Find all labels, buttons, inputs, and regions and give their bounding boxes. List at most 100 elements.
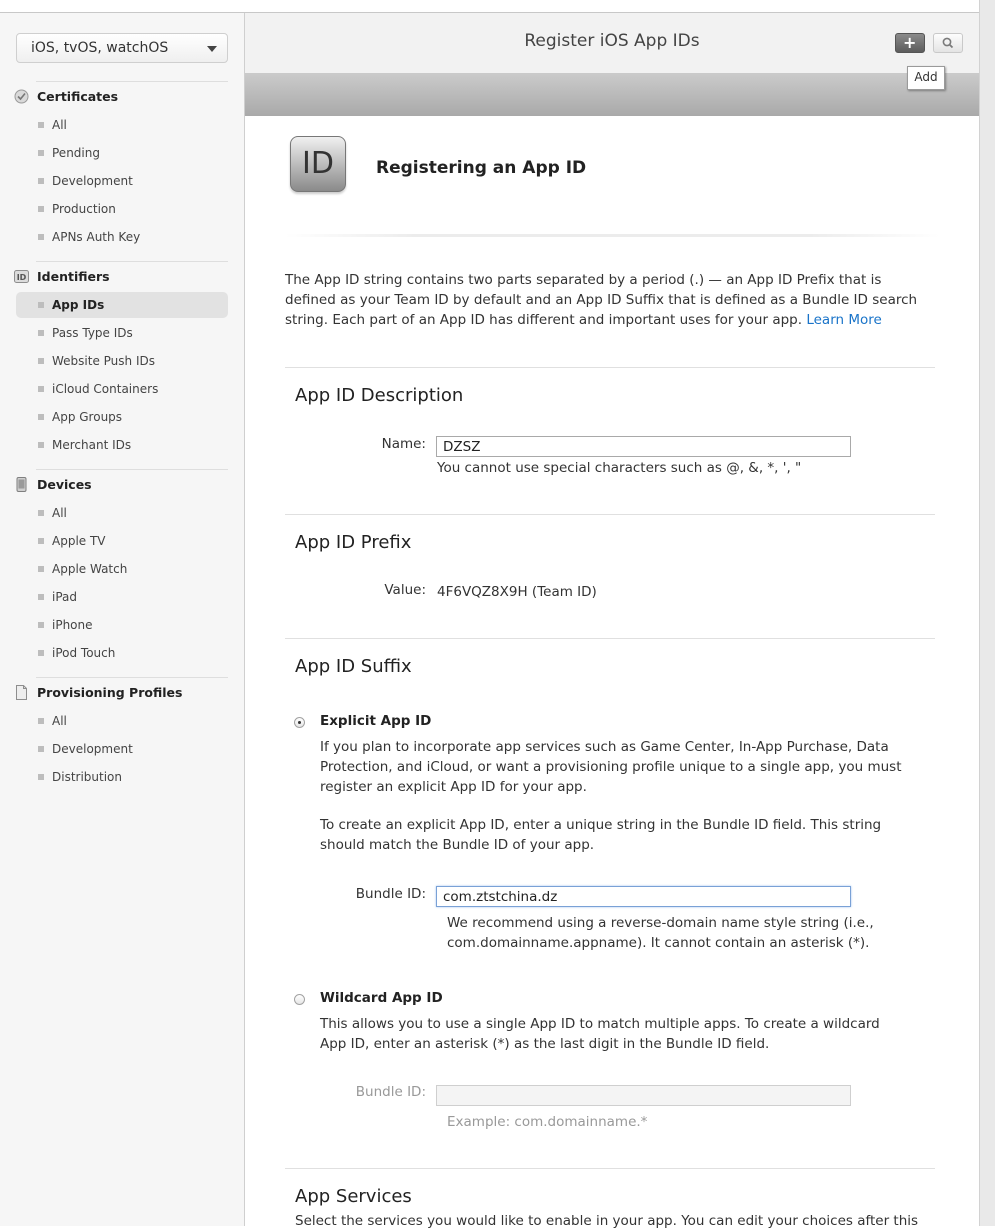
bullet: [38, 718, 44, 724]
sidebar-item-merchant-ids[interactable]: Merchant IDs: [16, 432, 228, 458]
bullet: [38, 746, 44, 752]
sidebar-item-label: App Groups: [52, 410, 123, 424]
wildcard-app-id-title: Wildcard App ID: [320, 990, 443, 1006]
bullet: [38, 302, 44, 308]
sidebar-item-profiles-development[interactable]: Development: [16, 736, 228, 762]
sidebar-item-label: Development: [52, 742, 133, 756]
add-button[interactable]: +: [895, 33, 925, 53]
svg-text:ID: ID: [17, 273, 27, 282]
sidebar-item-profiles-distribution[interactable]: Distribution: [16, 764, 228, 790]
sidebar-item-label: App IDs: [52, 298, 105, 312]
section-title: Identifiers: [37, 269, 110, 284]
divider: [285, 1168, 935, 1169]
section-title: Provisioning Profiles: [37, 685, 183, 700]
divider: [285, 638, 935, 639]
window-top-bar: [0, 0, 980, 13]
name-input[interactable]: [436, 436, 851, 457]
bullet: [38, 442, 44, 448]
platform-select[interactable]: iOS, tvOS, watchOS: [16, 33, 228, 63]
explicit-app-id-title: Explicit App ID: [320, 713, 432, 729]
sidebar-item-app-groups[interactable]: App Groups: [16, 404, 228, 430]
sidebar-item-iphone[interactable]: iPhone: [16, 612, 228, 638]
bullet: [38, 594, 44, 600]
wildcard-app-id-radio[interactable]: [294, 994, 305, 1005]
sidebar: iOS, tvOS, watchOS Certificates All Pend…: [0, 13, 245, 1226]
scrollbar[interactable]: [979, 0, 995, 1226]
certificate-icon: [14, 89, 29, 104]
divider: [36, 261, 228, 262]
prefix-value: 4F6VQZ8X9H (Team ID): [437, 584, 597, 600]
sidebar-item-label: Distribution: [52, 770, 123, 784]
sidebar-item-devices-all[interactable]: All: [16, 500, 228, 526]
section-heading-prefix: App ID Prefix: [295, 532, 412, 553]
bullet: [38, 150, 44, 156]
section-title: Certificates: [37, 89, 119, 104]
sidebar-item-ipod-touch[interactable]: iPod Touch: [16, 640, 228, 666]
divider: [285, 514, 935, 515]
bullet: [38, 774, 44, 780]
sidebar-item-label: iCloud Containers: [52, 382, 159, 396]
device-icon: [16, 477, 27, 492]
divider: [36, 677, 228, 678]
bullet: [38, 206, 44, 212]
section-heading-suffix: App ID Suffix: [295, 656, 412, 677]
explicit-app-id-instructions: To create an explicit App ID, enter a un…: [320, 817, 882, 853]
sidebar-item-apple-watch[interactable]: Apple Watch: [16, 556, 228, 582]
sidebar-item-icloud-containers[interactable]: iCloud Containers: [16, 376, 228, 402]
bullet: [38, 386, 44, 392]
sidebar-item-label: All: [52, 506, 67, 520]
sidebar-item-development[interactable]: Development: [16, 168, 228, 194]
sidebar-item-pass-type-ids[interactable]: Pass Type IDs: [16, 320, 228, 346]
name-label: Name:: [381, 436, 426, 452]
sidebar-item-label: Pending: [52, 146, 100, 160]
sidebar-item-app-ids[interactable]: App IDs: [16, 292, 228, 318]
section-heading-description: App ID Description: [295, 385, 464, 406]
divider: [36, 81, 228, 82]
app-id-icon: ID: [290, 136, 346, 192]
search-button[interactable]: [933, 33, 963, 53]
bullet: [38, 622, 44, 628]
document-icon: [16, 685, 27, 700]
sidebar-item-label: All: [52, 714, 67, 728]
wildcard-bundle-id-input[interactable]: [436, 1085, 851, 1106]
sidebar-item-production[interactable]: Production: [16, 196, 228, 222]
learn-more-link[interactable]: Learn More: [806, 312, 882, 328]
divider: [285, 367, 935, 368]
bullet: [38, 414, 44, 420]
sidebar-item-apns-auth-key[interactable]: APNs Auth Key: [16, 224, 228, 250]
bundle-id-label: Bundle ID:: [355, 886, 426, 902]
bundle-id-hint: We recommend using a reverse-domain name…: [447, 915, 874, 951]
divider: [285, 234, 940, 237]
explicit-app-id-description: If you plan to incorporate app services …: [320, 739, 902, 795]
wildcard-app-id-description: This allows you to use a single App ID t…: [320, 1016, 880, 1052]
services-description: Select the services you would like to en…: [295, 1213, 919, 1229]
sidebar-item-label: Pass Type IDs: [52, 326, 133, 340]
sidebar-item-label: iPhone: [52, 618, 93, 632]
bullet: [38, 178, 44, 184]
explicit-app-id-radio[interactable]: [294, 717, 305, 728]
sidebar-item-label: iPad: [52, 590, 78, 604]
bullet: [38, 538, 44, 544]
sidebar-item-certificates-all[interactable]: All: [16, 112, 228, 138]
intro-paragraph: The App ID string contains two parts sep…: [285, 270, 925, 330]
sidebar-item-apple-tv[interactable]: Apple TV: [16, 528, 228, 554]
main-content: ID Registering an App ID The App ID stri…: [245, 116, 979, 1229]
name-hint: You cannot use special characters such a…: [437, 460, 802, 476]
page-header: Register iOS App IDs +: [245, 13, 979, 73]
sidebar-item-label: APNs Auth Key: [52, 230, 141, 244]
registration-title: Registering an App ID: [376, 158, 587, 178]
section-heading-services: App Services: [295, 1186, 412, 1207]
bullet: [38, 510, 44, 516]
search-icon: [942, 37, 954, 49]
sidebar-item-profiles-all[interactable]: All: [16, 708, 228, 734]
add-tooltip: Add: [907, 66, 945, 90]
chevron-down-icon: [207, 46, 217, 52]
bundle-id-input[interactable]: [436, 886, 851, 907]
id-badge-icon: ID: [14, 270, 29, 283]
prefix-value-label: Value:: [384, 582, 426, 598]
sidebar-item-pending[interactable]: Pending: [16, 140, 228, 166]
sidebar-item-website-push-ids[interactable]: Website Push IDs: [16, 348, 228, 374]
sidebar-item-ipad[interactable]: iPad: [16, 584, 228, 610]
wildcard-example: Example: com.domainname.*: [447, 1114, 648, 1130]
sidebar-item-label: Website Push IDs: [52, 354, 155, 368]
